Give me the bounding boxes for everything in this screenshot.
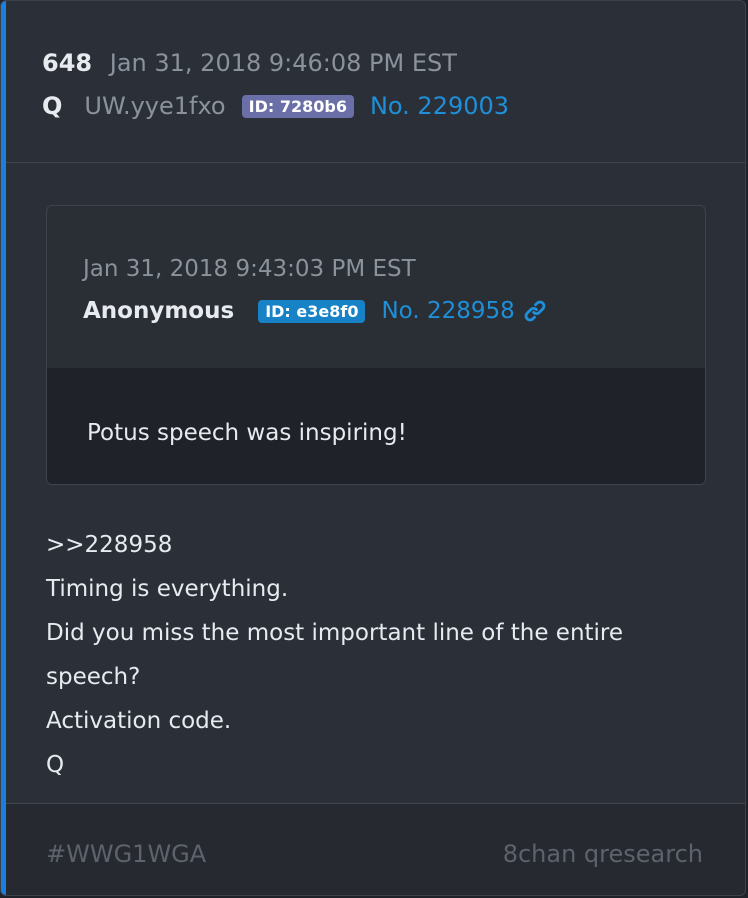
post-header: 648 Jan 31, 2018 9:46:08 PM EST Q UW.yye…: [6, 1, 745, 163]
post-card: 648 Jan 31, 2018 9:46:08 PM EST Q UW.yye…: [0, 0, 746, 896]
source-label: 8chan qresearch: [502, 840, 703, 868]
body-line: speech?: [46, 664, 141, 690]
quoted-author-row: Anonymous ID: e3e8f0 No. 228958: [83, 298, 547, 324]
post-date: Jan 31, 2018 9:46:08 PM EST: [109, 49, 457, 77]
quoted-id-badge: ID: e3e8f0: [258, 299, 366, 323]
quoted-post-text: Potus speech was inspiring!: [87, 420, 407, 446]
post-number-link[interactable]: No. 229003: [370, 92, 509, 120]
hashtag: #WWG1WGA: [46, 840, 207, 868]
body-line: Q: [46, 752, 65, 778]
post-count: 648: [42, 49, 93, 77]
post-footer: #WWG1WGA 8chan qresearch: [6, 803, 745, 895]
body-line: Timing is everything.: [46, 576, 289, 602]
body-line: Activation code.: [46, 708, 232, 734]
quoted-post-header: Jan 31, 2018 9:43:03 PM EST Anonymous ID…: [47, 206, 705, 369]
post-meta-row: 648 Jan 31, 2018 9:46:08 PM EST: [42, 49, 457, 77]
quoted-post-date: Jan 31, 2018 9:43:03 PM EST: [83, 256, 416, 282]
quoted-post: Jan 31, 2018 9:43:03 PM EST Anonymous ID…: [46, 205, 706, 485]
author-name: Q: [42, 92, 63, 120]
quoted-post-body: Potus speech was inspiring!: [47, 368, 705, 484]
post-author-row: Q UW.yye1fxo ID: 7280b6 No. 229003: [42, 92, 509, 120]
reply-reference[interactable]: >>228958: [46, 523, 715, 567]
quoted-post-number-link[interactable]: No. 228958: [381, 298, 514, 324]
id-badge: ID: 7280b6: [241, 94, 354, 118]
link-icon[interactable]: [523, 299, 547, 323]
tripcode: UW.yye1fxo: [84, 92, 226, 120]
post-body: >>228958 Timing is everything. Did you mis…: [46, 523, 715, 787]
body-line: Did you miss the most important line of …: [46, 620, 624, 646]
quoted-author-name: Anonymous: [83, 298, 235, 324]
